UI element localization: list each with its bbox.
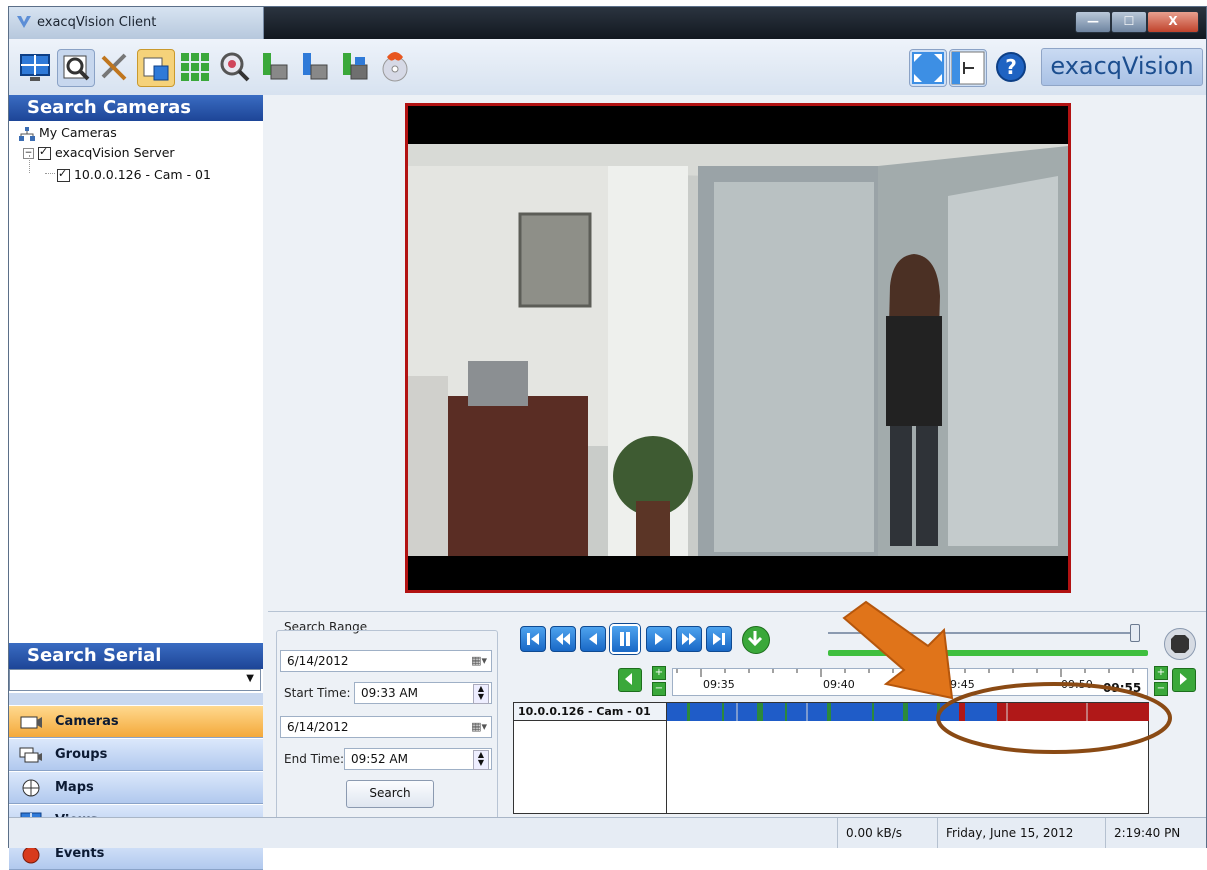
window-title: exacqVision Client [37,15,157,30]
chevron-down-icon: ▼ [246,673,254,684]
live-view-icon[interactable] [17,49,53,85]
time-spinner-icon[interactable]: ▲ ▼ [473,750,489,770]
camera-video-feed [408,106,1068,590]
app-window: exacqVision Client — ☐ X ? exacqVision S… [8,6,1207,870]
network-icon [19,126,35,141]
maximize-glyph: ☐ [1123,14,1135,28]
fast-forward-button[interactable] [676,626,702,652]
tools-icon[interactable] [97,49,133,85]
status-time: 2:19:40 PN [1105,818,1205,848]
smart-search-icon[interactable] [217,49,253,85]
nav-groups[interactable]: Groups [9,738,263,771]
download-icon[interactable] [742,626,770,654]
archive-icon[interactable] [297,49,333,85]
search-button[interactable]: Search [346,780,434,808]
export-icon[interactable] [257,49,293,85]
annotation-overlay [842,600,1172,754]
search-icon[interactable] [57,49,95,87]
hide-panel-icon[interactable] [949,49,987,87]
annotation-arrow-icon [842,600,954,700]
play-button[interactable] [646,626,672,652]
video-player[interactable] [405,103,1071,593]
end-date-value: 6/14/2012 [287,720,349,734]
maximize-button[interactable]: ☐ [1111,11,1147,33]
exacq-app-icon [17,16,31,28]
title-bar: exacqVision Client — ☐ X [9,7,1206,39]
camera-checkbox[interactable] [57,167,70,182]
minimize-button[interactable]: — [1075,11,1111,33]
time-spinner-icon[interactable]: ▲ ▼ [473,684,489,704]
timeline-back-button[interactable] [618,668,642,692]
main-toolbar: ? exacqVision [9,39,1206,96]
close-button[interactable]: X [1147,11,1199,33]
end-date-field[interactable]: 6/14/2012 ▦▾ [280,716,492,738]
svg-text:?: ? [1005,55,1017,79]
backup-icon[interactable] [337,49,373,85]
grid-view-icon[interactable] [177,49,213,85]
annotation-ellipse [936,682,1172,754]
tree-server[interactable]: − exacqVision Server [23,145,175,160]
start-date-value: 6/14/2012 [287,654,349,668]
calendar-icon[interactable]: ▦▾ [471,717,487,737]
search-serial-header: Search Serial [9,643,263,669]
nav-maps[interactable]: Maps [9,771,263,804]
data-rate: 0.00 kB/s [837,818,937,848]
tree-root-my-cameras[interactable]: My Cameras [19,125,117,141]
nav-cameras[interactable]: Cameras [9,705,263,738]
track-label: 10.0.0.126 - Cam - 01 [514,703,666,721]
camera-icon [20,716,42,729]
tree-server-label: exacqVision Server [54,145,175,160]
maps-icon [22,779,40,797]
left-sidebar: Search Cameras My Cameras − exacqVision … [9,95,264,870]
status-bar: 0.00 kB/s Friday, June 15, 2012 2:19:40 … [9,817,1206,848]
end-time-value: 09:52 AM [351,752,408,766]
config-icon[interactable] [137,49,175,87]
tree-camera-label: 10.0.0.126 - Cam - 01 [73,167,211,182]
tree-line [45,173,55,175]
start-time-label: Start Time: [284,686,351,700]
server-checkbox[interactable] [37,145,51,160]
tick-label: 09:35 [703,678,735,691]
burn-disc-icon[interactable] [377,49,413,85]
calendar-icon[interactable]: ▦▾ [471,651,487,671]
start-time-field[interactable]: 09:33 AM ▲ ▼ [354,682,492,704]
start-time-value: 09:33 AM [361,686,418,700]
skip-to-start-button[interactable] [520,626,546,652]
nav-cameras-label: Cameras [55,714,119,729]
search-cameras-header: Search Cameras [9,95,263,121]
pause-button[interactable] [610,624,640,654]
nav-groups-label: Groups [55,747,108,762]
title-area: exacqVision Client [9,7,264,39]
groups-icon [19,747,42,763]
nav-maps-label: Maps [55,780,94,795]
status-date: Friday, June 15, 2012 [937,818,1105,848]
skip-to-end-button[interactable] [706,626,732,652]
help-icon[interactable]: ? [993,49,1029,85]
close-glyph: X [1168,14,1178,28]
tree-line [29,155,31,173]
minimize-glyph: — [1087,14,1099,28]
fullscreen-icon[interactable] [909,49,947,87]
serial-dropdown[interactable]: ▼ [9,669,261,691]
end-time-label: End Time: [284,752,345,766]
playback-controls: Search Range 6/14/2012 ▦▾ Start Time: 09… [268,600,1206,822]
rewind-button[interactable] [550,626,576,652]
nav-events-label: Events [55,846,105,861]
zoom-in-icon[interactable]: + [652,666,666,680]
tree-root-label: My Cameras [38,125,117,140]
tree-camera[interactable]: 10.0.0.126 - Cam - 01 [57,167,211,182]
step-back-button[interactable] [580,626,606,652]
zoom-out-icon[interactable]: − [652,682,666,696]
start-date-field[interactable]: 6/14/2012 ▦▾ [280,650,492,672]
end-time-field[interactable]: 09:52 AM ▲ ▼ [344,748,492,770]
exacqvision-logo: exacqVision [1041,48,1203,86]
